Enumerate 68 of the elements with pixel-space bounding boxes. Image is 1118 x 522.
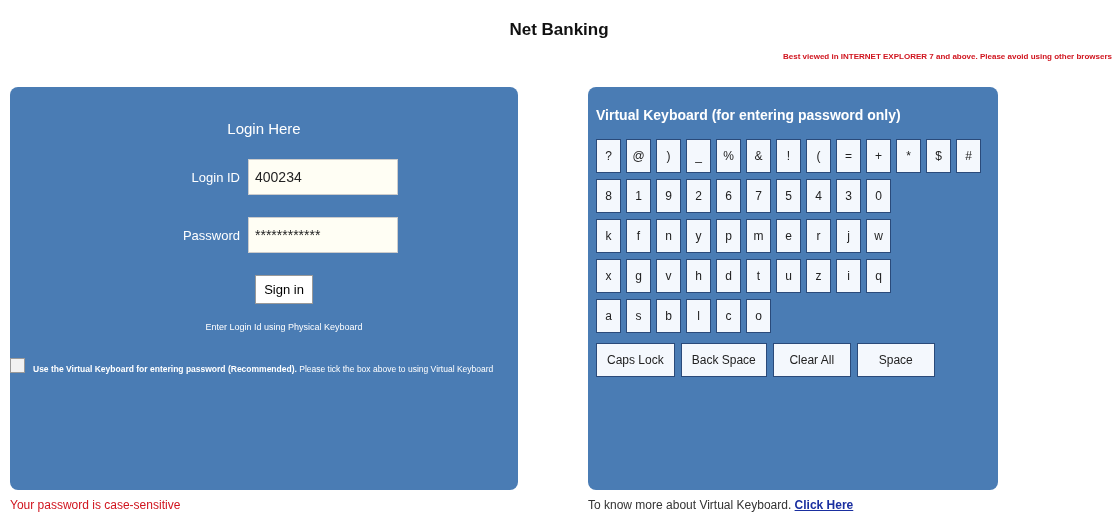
browser-notice: Best viewed in INTERNET EXPLORER 7 and above. Please avoid using other browsers	[783, 52, 1112, 61]
keyboard-action-button[interactable]: Clear All	[772, 343, 851, 377]
key[interactable]: k	[596, 219, 621, 253]
key[interactable]: s	[626, 299, 651, 333]
field-label: Password	[181, 227, 240, 243]
key[interactable]: o	[746, 299, 771, 333]
key[interactable]: l	[686, 299, 711, 333]
key[interactable]: )	[656, 139, 681, 173]
keyboard-action-button[interactable]: Back Space	[680, 343, 767, 377]
key[interactable]: *	[896, 139, 921, 173]
key[interactable]: i	[836, 259, 861, 293]
sign-in-button[interactable]: Sign in	[255, 275, 313, 304]
key[interactable]: c	[716, 299, 741, 333]
key[interactable]: h	[686, 259, 711, 293]
key[interactable]: r	[806, 219, 831, 253]
case-sensitive-note: Your password is case-sensitive	[10, 498, 182, 512]
key[interactable]: 9	[656, 179, 681, 213]
key[interactable]: #	[956, 139, 981, 173]
key[interactable]: %	[716, 139, 741, 173]
key[interactable]: &	[746, 139, 771, 173]
key[interactable]: f	[626, 219, 651, 253]
key[interactable]: @	[626, 139, 651, 173]
key[interactable]: v	[656, 259, 681, 293]
page-title: Net Banking	[508, 19, 610, 41]
keyboard-action-button[interactable]: Caps Lock	[596, 343, 675, 377]
key[interactable]: (	[806, 139, 831, 173]
key[interactable]: z	[806, 259, 831, 293]
keyboard-heading: Virtual Keyboard (for entering password only)	[595, 106, 902, 123]
key[interactable]: ?	[596, 139, 621, 173]
key[interactable]: $	[926, 139, 951, 173]
key[interactable]: q	[866, 259, 891, 293]
key[interactable]: 6	[716, 179, 741, 213]
key[interactable]: 0	[866, 179, 891, 213]
key[interactable]: e	[776, 219, 801, 253]
key[interactable]: 2	[686, 179, 711, 213]
key[interactable]: m	[746, 219, 771, 253]
key[interactable]: t	[746, 259, 771, 293]
key[interactable]: +	[866, 139, 891, 173]
key[interactable]: 5	[776, 179, 801, 213]
click-here-link[interactable]: Click Here	[794, 498, 854, 512]
key[interactable]: u	[776, 259, 801, 293]
key[interactable]: =	[836, 139, 861, 173]
key[interactable]: d	[716, 259, 741, 293]
key[interactable]: j	[836, 219, 861, 253]
key[interactable]: n	[656, 219, 681, 253]
keyboard-action-button[interactable]: Space	[856, 343, 935, 377]
key[interactable]: !	[776, 139, 801, 173]
key[interactable]: b	[656, 299, 681, 333]
key[interactable]: w	[866, 219, 891, 253]
key[interactable]: 7	[746, 179, 771, 213]
key[interactable]: a	[596, 299, 621, 333]
input-field[interactable]: ************	[248, 217, 398, 253]
key[interactable]: 4	[806, 179, 831, 213]
checkbox[interactable]	[10, 358, 25, 373]
login-hint: Enter Login Id using Physical Keyboard	[204, 322, 364, 332]
key[interactable]: p	[716, 219, 741, 253]
key[interactable]: y	[686, 219, 711, 253]
field-label: Login ID	[190, 169, 240, 185]
input-field[interactable]: 400234	[248, 159, 398, 195]
key[interactable]: 1	[626, 179, 651, 213]
checkbox-label: Use the Virtual Keyboard for entering password (Recommended). Please tick the box above to using Virtual Keyboard	[33, 363, 494, 376]
info-text: To know more about Virtual Keyboard.	[588, 498, 792, 512]
key[interactable]: g	[626, 259, 651, 293]
key[interactable]: x	[596, 259, 621, 293]
key[interactable]: _	[686, 139, 711, 173]
login-heading: Login Here	[226, 120, 302, 137]
key[interactable]: 8	[596, 179, 621, 213]
key[interactable]: 3	[836, 179, 861, 213]
